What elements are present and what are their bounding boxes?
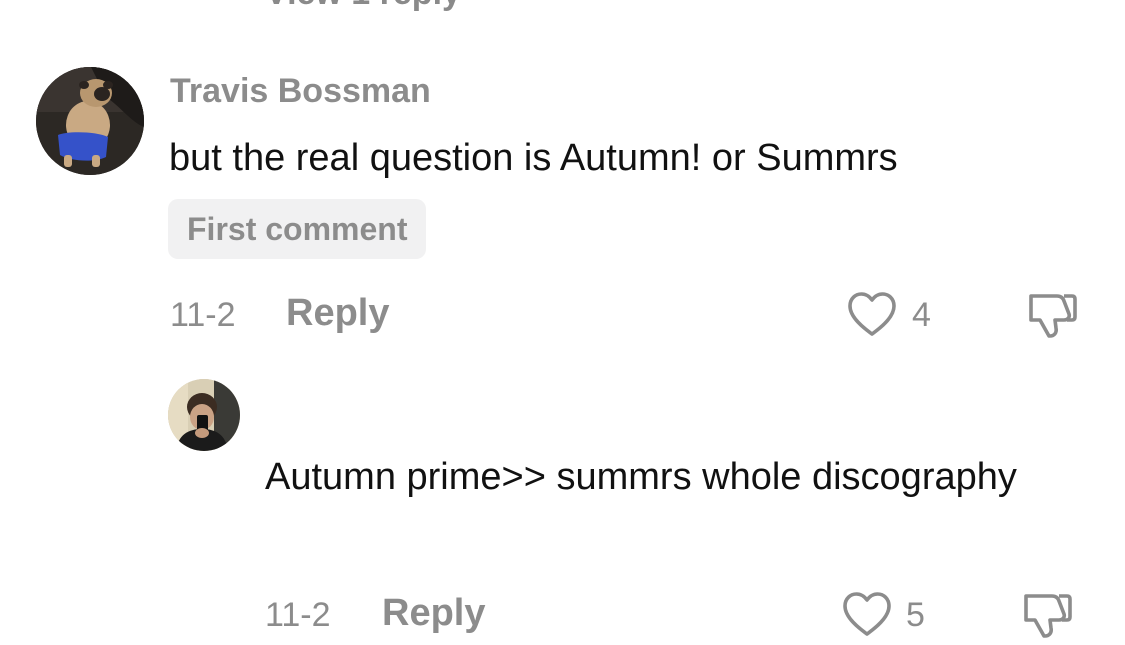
heart-outline-icon <box>848 292 896 336</box>
comment-date: 11-2 <box>170 296 236 334</box>
selfie-avatar-image <box>168 379 240 451</box>
comment-dislike-button[interactable] <box>1025 290 1079 345</box>
commenter-avatar[interactable] <box>36 67 144 175</box>
pug-avatar-image <box>36 67 144 175</box>
comment-reply-button[interactable]: Reply <box>286 292 389 335</box>
thumbs-down-icon <box>1029 294 1077 338</box>
reply-text: Autumn prime>> summrs whole discography <box>265 456 1017 498</box>
reply-date: 11-2 <box>265 596 331 634</box>
heart-outline-icon <box>843 592 891 636</box>
chevron-down-icon <box>476 0 496 5</box>
comment-like-button[interactable] <box>846 290 898 343</box>
comment-username[interactable]: Travis Bossman <box>170 72 431 111</box>
reply-reply-button[interactable]: Reply <box>382 592 485 635</box>
comment-like-count: 4 <box>912 296 931 334</box>
reply-like-button[interactable] <box>841 590 893 643</box>
reply-like-count: 5 <box>906 596 925 634</box>
view-replies-link[interactable]: View 1 reply <box>265 0 496 13</box>
comment-text: but the real question is Autumn! or Summ… <box>169 137 898 179</box>
replier-avatar[interactable] <box>168 379 240 451</box>
reply-dislike-button[interactable] <box>1020 590 1074 645</box>
view-replies-label: View 1 reply <box>265 0 461 12</box>
first-comment-badge: First comment <box>168 199 427 259</box>
thumbs-down-icon <box>1024 594 1072 638</box>
